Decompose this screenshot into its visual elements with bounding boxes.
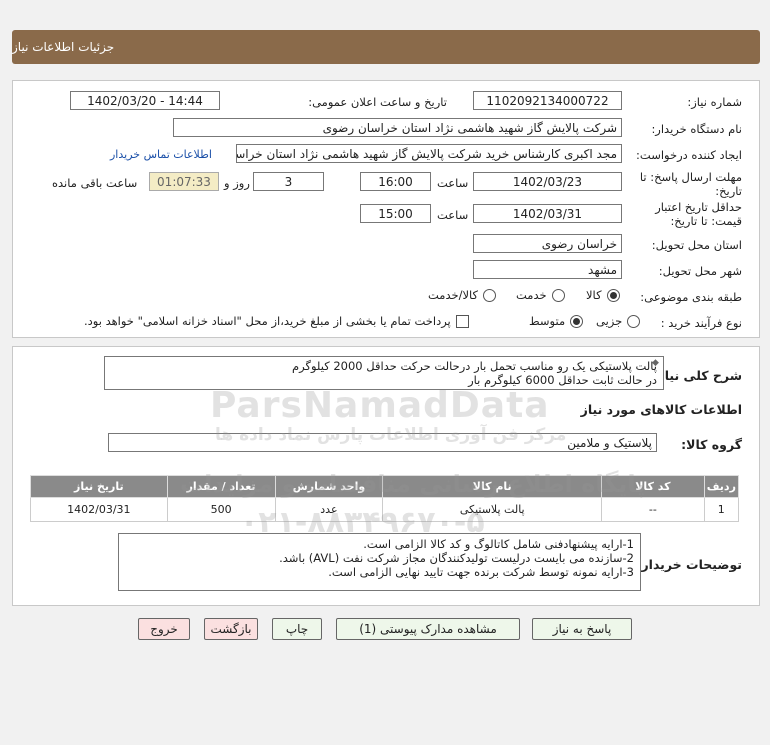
buyer-note-3: 3-ارایه نمونه توسط شرکت برنده جهت تایید … <box>328 565 634 579</box>
cell-need-date: 1402/03/31 <box>30 497 168 522</box>
cell-name: پالت پلاستیکی <box>382 497 603 522</box>
treasury-payment-option[interactable]: پرداخت تمام یا بخشی از مبلغ خرید،از محل … <box>84 314 469 328</box>
validity-time-label: ساعت <box>437 208 469 222</box>
radio-icon <box>483 288 497 302</box>
col-row: ردیف <box>703 475 740 498</box>
province-field: خراسان رضوی <box>473 234 622 253</box>
col-code: کد کالا <box>601 475 705 498</box>
category-option-both[interactable]: کالا/خدمت <box>428 288 497 302</box>
col-quantity: تعداد / مقدار <box>166 475 276 498</box>
description-line-2: در حالت ثابت حداقل 6000 کیلوگرم بار <box>468 373 657 387</box>
creator-label: ایجاد کننده درخواست: <box>636 148 742 162</box>
buyer-contact-link[interactable]: اطلاعات تماس خریدار <box>110 148 212 161</box>
remaining-label: ساعت باقی مانده <box>52 176 138 190</box>
reply-button[interactable]: پاسخ به نیاز <box>532 618 632 640</box>
cell-quantity: 500 <box>166 497 276 522</box>
checkbox-icon <box>455 314 469 328</box>
days-label: روز و <box>224 176 250 190</box>
city-field: مشهد <box>473 260 622 279</box>
announce-field: 1402/03/20 - 14:44 <box>70 91 220 110</box>
buyer-note-1: 1-ارایه پیشنهادفنی شامل کاتالوگ و کد کال… <box>363 537 634 551</box>
cell-unit: عدد <box>274 497 384 522</box>
radio-checked-icon <box>606 288 620 302</box>
buyer-note-2: 2-سازنده می بایست درلیست تولیدکنندگان مج… <box>279 551 634 565</box>
category-option-goods[interactable]: کالا <box>586 288 620 302</box>
validity-label-2: قیمت: تا تاریخ: <box>670 214 742 228</box>
page-title: جزئیات اطلاعات نیاز <box>12 40 115 54</box>
table-row[interactable]: 1 -- پالت پلاستیکی عدد 500 1402/03/31 <box>30 497 740 522</box>
province-label: استان محل تحویل: <box>651 238 742 252</box>
description-box: پالت پلاستیکی یک رو مناسب تحمل بار درحال… <box>104 356 664 390</box>
validity-date-field: 1402/03/31 <box>473 204 622 223</box>
cell-row: 1 <box>703 497 740 522</box>
col-need-date: تاریخ نیاز <box>30 475 168 498</box>
buyer-notes-box: 1-ارایه پیشنهادفنی شامل کاتالوگ و کد کال… <box>118 533 641 591</box>
back-button[interactable]: بازگشت <box>204 618 258 640</box>
page-title-bar: جزئیات اطلاعات نیاز <box>12 30 760 64</box>
resize-icon: ◆ <box>652 358 659 368</box>
category-option-service[interactable]: خدمت <box>516 288 565 302</box>
category-label: طبقه بندی موضوعی: <box>640 290 742 304</box>
process-option-medium[interactable]: متوسط <box>529 314 584 328</box>
view-attachments-button[interactable]: مشاهده مدارک پیوستی (1) <box>336 618 520 640</box>
process-option-partial[interactable]: جزیی <box>596 314 641 328</box>
process-label: نوع فرآیند خرید : <box>660 316 742 330</box>
deadline-label-2: تاریخ: <box>715 184 742 198</box>
cell-code: -- <box>601 497 705 522</box>
description-label: شرح کلی نیاز: <box>652 368 742 383</box>
deadline-time-label: ساعت <box>437 176 469 190</box>
creator-field: مجد اکبری کارشناس خرید شرکت پالایش گاز ش… <box>236 144 622 163</box>
deadline-date-field: 1402/03/23 <box>473 172 622 191</box>
buyer-label: نام دستگاه خریدار: <box>651 122 742 136</box>
buyer-field: شرکت پالایش گاز شهید هاشمی نژاد استان خر… <box>173 118 622 137</box>
goods-group-field: پلاستیک و ملامین <box>108 433 657 452</box>
deadline-label: مهلت ارسال پاسخ: تا <box>639 170 742 184</box>
radio-icon <box>627 314 641 328</box>
need-number-label: شماره نیاز: <box>687 95 742 109</box>
deadline-time-field: 16:00 <box>360 172 431 191</box>
table-header-row: ردیف کد کالا نام کالا واحد شمارش تعداد /… <box>30 475 740 498</box>
col-unit: واحد شمارش <box>274 475 384 498</box>
city-label: شهر محل تحویل: <box>658 264 742 278</box>
col-name: نام کالا <box>382 475 603 498</box>
goods-group-label: گروه کالا: <box>681 437 742 452</box>
remaining-time-field: 01:07:33 <box>149 172 219 191</box>
validity-time-field: 15:00 <box>360 204 431 223</box>
print-button[interactable]: چاپ <box>272 618 322 640</box>
radio-checked-icon <box>570 314 584 328</box>
days-field: 3 <box>253 172 324 191</box>
announce-label: تاریخ و ساعت اعلان عمومی: <box>308 95 447 109</box>
buyer-notes-label: توضیحات خریدار: <box>636 557 742 572</box>
goods-section-title: اطلاعات کالاهای مورد نیاز <box>580 402 742 417</box>
need-number-field: 1102092134000722 <box>473 91 622 110</box>
radio-icon <box>551 288 565 302</box>
goods-table: ردیف کد کالا نام کالا واحد شمارش تعداد /… <box>30 475 740 522</box>
description-line-1: پالت پلاستیکی یک رو مناسب تحمل بار درحال… <box>292 359 657 373</box>
exit-button[interactable]: خروج <box>138 618 190 640</box>
validity-label: حداقل تاریخ اعتبار <box>655 200 742 214</box>
